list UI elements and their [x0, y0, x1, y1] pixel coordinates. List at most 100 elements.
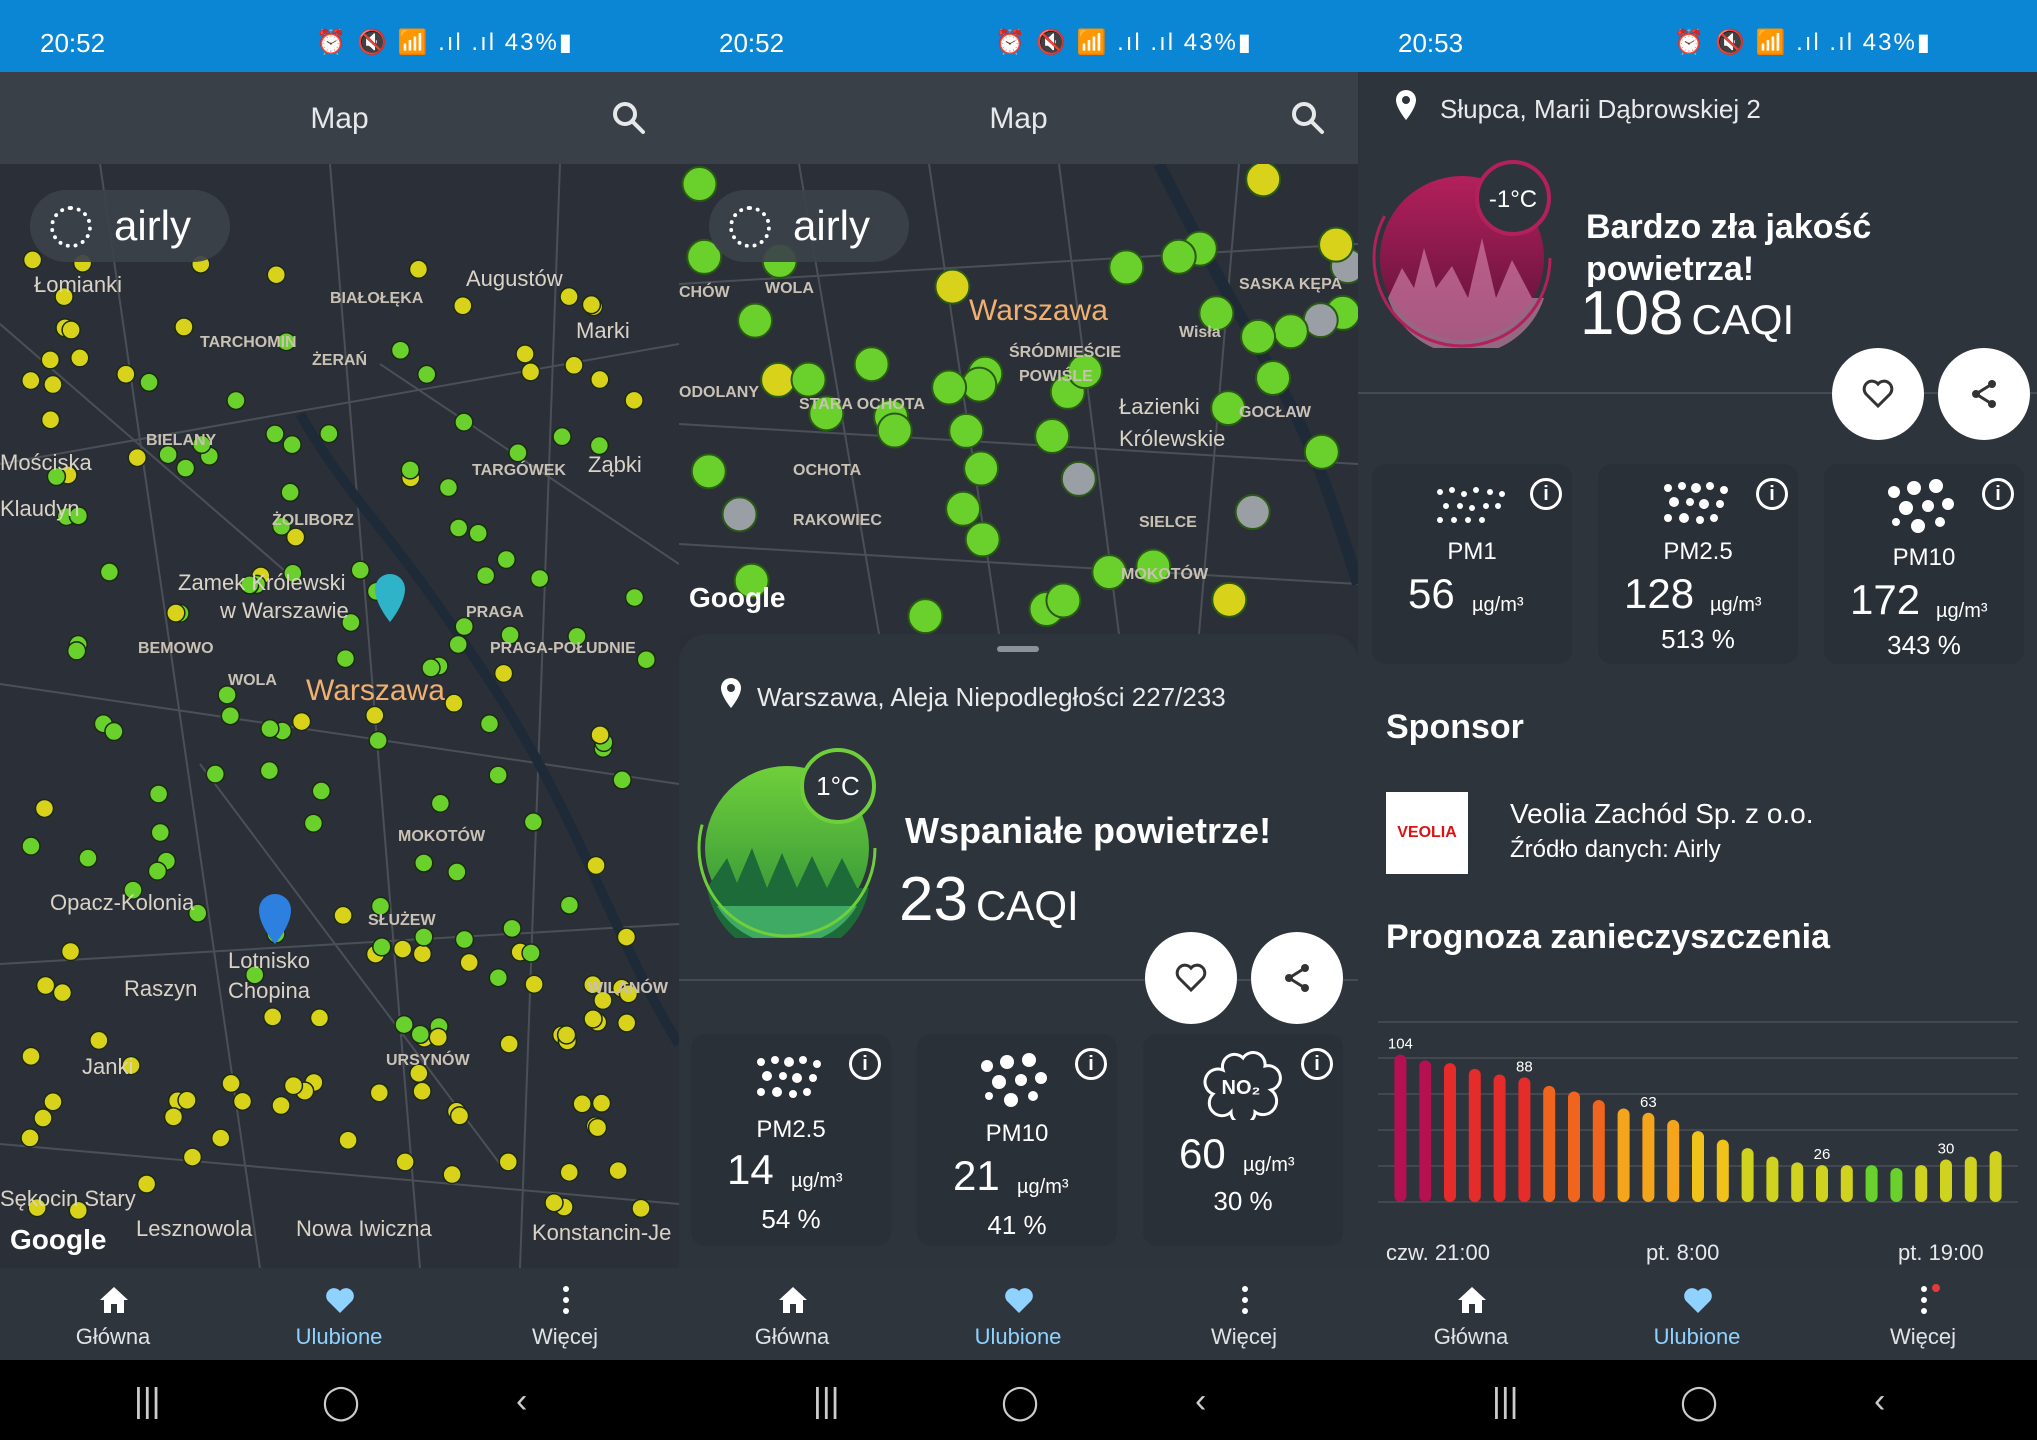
forecast-bar	[1617, 1108, 1630, 1202]
map-label: WILANÓW	[588, 980, 668, 997]
map-view[interactable]: airly Łomianki Augustów Marki BIAŁOŁĘKA TARC…	[0, 164, 679, 1268]
sensor-marker	[395, 1152, 415, 1172]
sensor-marker	[1211, 581, 1248, 618]
forecast-bar	[1493, 1074, 1506, 1202]
map-label: TARCHOMIN	[200, 334, 297, 351]
sensor-marker	[139, 372, 159, 393]
forecast-bar	[1915, 1165, 1928, 1202]
pollutant-card-pm1[interactable]: i PM1 56 µg/m³	[1372, 464, 1572, 664]
pollutant-card-pm25[interactable]: i PM2.5 14 µg/m³ 54 %	[691, 1034, 891, 1246]
search-icon[interactable]	[609, 98, 649, 138]
nav-more-label: Więcej	[531, 1324, 598, 1349]
nav-more-label: Więcej	[1889, 1324, 1956, 1349]
share-button[interactable]	[1251, 932, 1343, 1024]
forecast-x-label: pt. 19:00	[1898, 1240, 1984, 1265]
sensor-marker	[1318, 226, 1355, 263]
info-icon[interactable]: i	[1301, 1048, 1333, 1080]
page-title: Map	[989, 102, 1048, 135]
sensor-marker	[438, 477, 459, 498]
nav-more[interactable]: Więcej	[452, 1268, 678, 1360]
sensor-marker	[760, 361, 797, 398]
sensor-marker	[590, 369, 610, 390]
sensor-marker	[636, 649, 657, 670]
temperature-text: 1°C	[816, 771, 860, 801]
info-icon[interactable]: i	[1530, 478, 1562, 510]
sensor-marker	[400, 460, 420, 480]
pollutant-name: PM10	[1892, 544, 1956, 571]
pollutant-card-no2[interactable]: NO₂ i 60 µg/m³ 30 %	[1143, 1034, 1343, 1246]
favorite-button[interactable]	[1145, 932, 1237, 1024]
sensor-marker	[412, 1081, 432, 1102]
forecast-bar	[1840, 1165, 1853, 1202]
info-icon[interactable]: i	[1075, 1048, 1107, 1080]
caqi-readout: 108 CAQI	[1580, 278, 1794, 349]
nav-home[interactable]: Główna	[0, 1268, 226, 1360]
home-system-icon[interactable]: ◯	[1680, 1382, 1718, 1422]
nav-favorites[interactable]: Ulubione	[1584, 1268, 1810, 1360]
forecast-bar	[1592, 1100, 1605, 1202]
nav-home-label: Główna	[75, 1324, 151, 1349]
sensor-marker	[524, 974, 544, 995]
sensor-marker	[410, 1024, 431, 1045]
google-attribution: Google	[10, 1224, 107, 1255]
sensor-marker	[309, 1008, 330, 1028]
temperature-text: -1°C	[1489, 186, 1537, 213]
sensor-marker	[282, 434, 302, 455]
nav-more[interactable]: Więcej	[1810, 1268, 2036, 1360]
map-label: Mościska	[0, 450, 92, 475]
favorite-button[interactable]	[1832, 348, 1924, 440]
nav-favorites[interactable]: Ulubione	[905, 1268, 1131, 1360]
sensor-bottom-sheet[interactable]: Warszawa, Aleja Niepodległości 227/233 1…	[679, 634, 1358, 1268]
pollutant-card-pm25[interactable]: i PM2.5 128 µg/m³ 513 %	[1598, 464, 1798, 664]
pollutant-card-pm10[interactable]: i PM10 21 µg/m³ 41 %	[917, 1034, 1117, 1246]
sponsor-logo[interactable]: VEOLIA	[1386, 792, 1468, 874]
sensor-marker	[148, 784, 169, 804]
sensor-marker	[608, 1160, 628, 1181]
nav-more[interactable]: Więcej	[1131, 1268, 1357, 1360]
sensor-marker	[22, 250, 43, 270]
recent-apps-icon[interactable]: |||	[1492, 1382, 1519, 1421]
back-icon[interactable]: ‹	[1874, 1382, 1885, 1421]
back-icon[interactable]: ‹	[516, 1382, 527, 1421]
info-icon[interactable]: i	[849, 1048, 881, 1080]
sensor-marker	[205, 764, 226, 784]
map-label: Opacz-Kolonia	[50, 890, 195, 915]
detail-content[interactable]: Słupca, Marii Dąbrowskiej 2 -1°C Bardzo …	[1358, 72, 2037, 1268]
sensor-marker	[372, 937, 392, 957]
info-icon[interactable]: i	[1756, 478, 1788, 510]
pollutant-name: PM2.5	[756, 1116, 826, 1143]
map-view[interactable]: airly Warszawa CHÓW WOLA ŚRÓDMIEŚCIE POWIŚLE…	[679, 164, 1358, 634]
forecast-bar	[1394, 1054, 1407, 1202]
info-icon[interactable]: i	[1982, 478, 2014, 510]
recent-apps-icon[interactable]: |||	[813, 1382, 840, 1421]
status-icons: ⏰ 🔇 📶 .ıl .ıl 43%▮	[316, 29, 574, 56]
drag-handle[interactable]	[997, 646, 1039, 652]
sensor-marker	[479, 714, 500, 734]
share-button[interactable]	[1938, 348, 2030, 440]
home-system-icon[interactable]: ◯	[1001, 1382, 1039, 1422]
recent-apps-icon[interactable]: |||	[134, 1382, 161, 1421]
nav-home[interactable]: Główna	[1358, 1268, 1584, 1360]
sensor-marker	[488, 765, 508, 785]
forecast-chart[interactable]: 104 88 63 26 30	[1378, 1002, 2018, 1212]
home-system-icon[interactable]: ◯	[322, 1382, 360, 1422]
pollutant-unit: µg/m³	[1243, 1154, 1295, 1176]
pollutant-card-pm10[interactable]: i PM10 172 µg/m³ 343 %	[1824, 464, 2024, 664]
sensor-marker	[520, 362, 541, 382]
back-icon[interactable]: ‹	[1195, 1382, 1206, 1421]
sensor-marker	[43, 1092, 63, 1112]
map-label: ŻERAŃ	[312, 352, 368, 369]
sensor-marker	[335, 648, 356, 669]
sensor-marker	[448, 518, 469, 538]
no2-icon: NO₂	[1203, 1051, 1282, 1120]
bar-value-label: 30	[1938, 1141, 1955, 1158]
map-label: Łazienki	[1119, 394, 1200, 419]
nav-favorites[interactable]: Ulubione	[226, 1268, 452, 1360]
sensor-marker	[508, 443, 528, 463]
forecast-bar	[1865, 1165, 1878, 1202]
map-label: WOLA	[765, 280, 814, 297]
nav-home[interactable]: Główna	[679, 1268, 905, 1360]
forecast-bar	[1791, 1162, 1804, 1202]
search-icon[interactable]	[1288, 98, 1328, 138]
heart-icon	[326, 1288, 354, 1313]
